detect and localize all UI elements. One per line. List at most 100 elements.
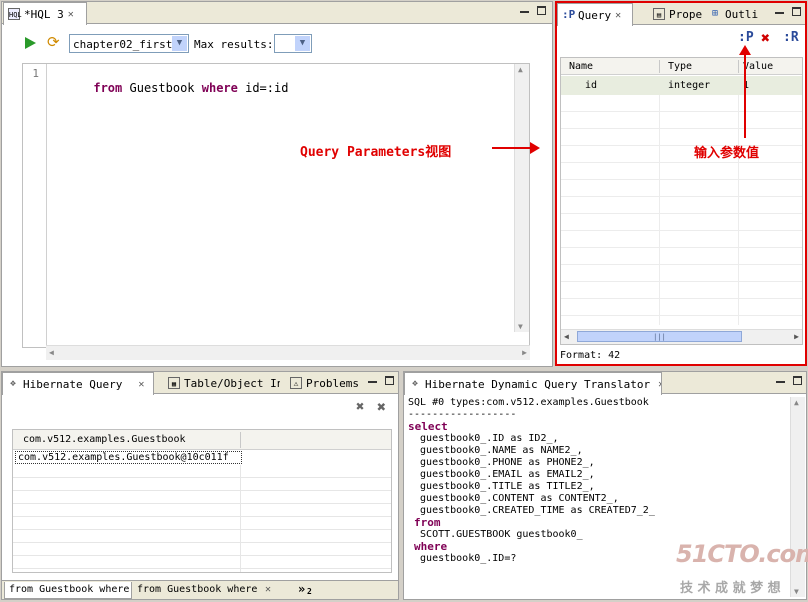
run-icon[interactable]	[25, 37, 36, 49]
results-empty-rows	[13, 465, 391, 572]
sql-select-line: guestbook0_.PHONE as PHONE2_,	[408, 457, 595, 468]
scroll-right-icon[interactable]: ▶	[522, 348, 527, 357]
column-value-header[interactable]: Value	[743, 61, 773, 72]
configuration-select[interactable]: chapter02_first ▼	[69, 34, 189, 53]
maximize-icon[interactable]	[537, 6, 546, 15]
query-condition: id=:id	[237, 81, 289, 95]
watermark-logo-text: 51CTO.com	[676, 540, 808, 568]
maximize-icon[interactable]	[385, 376, 394, 385]
close-icon[interactable]: ✕	[138, 379, 144, 390]
remove-parameter-icon[interactable]: ✖	[761, 29, 770, 47]
scroll-down-icon[interactable]: ▼	[794, 587, 799, 596]
keyword-where: where	[201, 81, 238, 95]
parameters-horizontal-scrollbar[interactable]: ◀ ||| ▶	[561, 329, 802, 344]
editor-vertical-scrollbar[interactable]: ▲ ▼	[514, 64, 529, 332]
outline-icon: ⊞	[711, 8, 719, 19]
scroll-left-icon[interactable]: ◀	[49, 348, 54, 357]
param-type-cell: integer	[668, 80, 711, 91]
remove-result-icon[interactable]: ✖	[356, 399, 364, 415]
remove-all-results-icon[interactable]: ✖	[377, 398, 386, 416]
param-name-cell: id	[585, 80, 598, 91]
annotation-view-label: Query Parameters视图	[300, 145, 452, 160]
close-icon[interactable]: ✕	[265, 584, 271, 595]
minimize-icon[interactable]	[520, 11, 529, 14]
tab-problems-label: Problems	[306, 376, 358, 390]
scroll-left-icon[interactable]: ◀	[564, 332, 569, 341]
close-icon[interactable]: ✕	[615, 10, 621, 21]
tab-query-label: Query	[578, 8, 612, 22]
editor-horizontal-scrollbar[interactable]: ◀ ▶	[46, 345, 530, 360]
table-row[interactable]: com.v512.examples.Guestbook@10c011f	[15, 451, 242, 464]
minimize-icon[interactable]	[776, 381, 785, 384]
tab-query-parameters[interactable]: :P Query ✕	[557, 3, 633, 26]
sql-keyword-from: from	[414, 516, 441, 529]
hql-editor-panel: HQL *HQL 3 ✕ ⟳ chapter02_first ▼ Max res…	[1, 1, 553, 367]
results-table-header: com.v512.examples.Guestbook	[13, 430, 391, 450]
maximize-icon[interactable]	[792, 7, 801, 16]
reset-parameters-icon[interactable]: :R	[783, 30, 799, 45]
tab-query-history-1[interactable]: from Guestbook where	[4, 582, 132, 599]
results-table: com.v512.examples.Guestbook com.v512.exa…	[12, 429, 392, 573]
hibernate-icon: ❖	[9, 378, 17, 389]
scroll-grip: |||	[653, 333, 666, 341]
refresh-icon[interactable]: ⟳	[47, 35, 60, 50]
results-column-header[interactable]: com.v512.examples.Guestbook	[23, 434, 186, 445]
tab-problems[interactable]: ⚠ Problems	[286, 372, 358, 394]
tab-outline[interactable]: ⊞ Outli	[705, 3, 763, 25]
query-params-icon: :P	[562, 8, 576, 21]
tab-overflow-button[interactable]: » 2	[296, 582, 320, 599]
properties-icon: ▤	[653, 8, 665, 20]
configuration-select-value: chapter02_first	[73, 38, 173, 51]
close-icon[interactable]: ✕	[658, 379, 661, 390]
chevron-down-icon[interactable]: ▼	[295, 36, 310, 51]
column-name-header[interactable]: Name	[569, 61, 593, 72]
hibernate-query-tabbar: ❖ Hibernate Query ✕ ▦ Table/Object In ⚠ …	[2, 372, 398, 395]
close-icon[interactable]: ✕	[68, 9, 74, 20]
translator-tabbar: ❖ Hibernate Dynamic Query Translator ✕	[404, 372, 806, 395]
add-parameter-icon[interactable]: :P	[738, 30, 754, 45]
tab-hibernate-query-label: Hibernate Query	[23, 377, 123, 391]
line-number: 1	[32, 67, 39, 80]
column-divider	[738, 95, 739, 325]
sql-select-line: guestbook0_.EMAIL as EMAIL2_,	[408, 469, 595, 480]
sql-select-line: guestbook0_.ID as ID2_,	[408, 433, 559, 444]
query-history-tabbar: from Guestbook where from Guestbook wher…	[2, 580, 398, 599]
scroll-up-icon[interactable]: ▲	[518, 65, 523, 74]
scroll-down-icon[interactable]: ▼	[518, 322, 523, 331]
sql-keyword-select: select	[408, 420, 448, 433]
hibernate-query-panel: ❖ Hibernate Query ✕ ▦ Table/Object In ⚠ …	[1, 371, 399, 600]
query-line: from Guestbook where id=:id	[50, 67, 288, 109]
max-results-label: Max results:	[194, 38, 274, 51]
annotation-arrowhead-right	[530, 142, 540, 154]
column-divider	[659, 95, 660, 325]
table-empty-rows	[561, 95, 802, 325]
chevron-down-icon[interactable]: ▼	[172, 36, 187, 51]
scroll-thumb[interactable]: |||	[577, 331, 742, 342]
tab-query-translator[interactable]: ❖ Hibernate Dynamic Query Translator ✕	[404, 372, 662, 395]
tab-properties[interactable]: ▤ Prope	[649, 3, 705, 25]
watermark-slogan-text: 技 术 成 就 梦 想	[680, 581, 781, 596]
column-type-header[interactable]: Type	[668, 61, 692, 72]
column-divider	[659, 60, 660, 73]
annotation-arrowhead-up	[739, 45, 751, 55]
code-area[interactable]: 1 from Guestbook where id=:id ▲ ▼	[22, 63, 530, 348]
hibernate-query-window-controls	[368, 376, 394, 385]
table-row[interactable]: id integer 1	[561, 76, 802, 95]
sql-divider: ------------------	[408, 409, 517, 420]
tab-hibernate-query[interactable]: ❖ Hibernate Query ✕	[2, 372, 154, 395]
column-divider	[240, 432, 241, 448]
parameters-table: Name Type Value id integer 1 ◀ ||| ▶	[560, 57, 803, 345]
tab-table-object-info[interactable]: ▦ Table/Object In	[164, 372, 280, 394]
tab-query-history-2[interactable]: from Guestbook where ✕	[134, 582, 282, 599]
parameters-table-header: Name Type Value	[561, 58, 802, 75]
table-icon: ▦	[168, 377, 180, 389]
tab-hql-3[interactable]: HQL *HQL 3 ✕	[3, 2, 87, 25]
scroll-right-icon[interactable]: ▶	[794, 332, 799, 341]
minimize-icon[interactable]	[368, 381, 377, 384]
maximize-icon[interactable]	[793, 376, 802, 385]
tab-table-object-label: Table/Object In	[184, 376, 280, 390]
minimize-icon[interactable]	[775, 12, 784, 15]
max-results-select[interactable]: ▼	[274, 34, 312, 53]
keyword-from: from	[93, 81, 123, 95]
scroll-up-icon[interactable]: ▲	[794, 398, 799, 407]
